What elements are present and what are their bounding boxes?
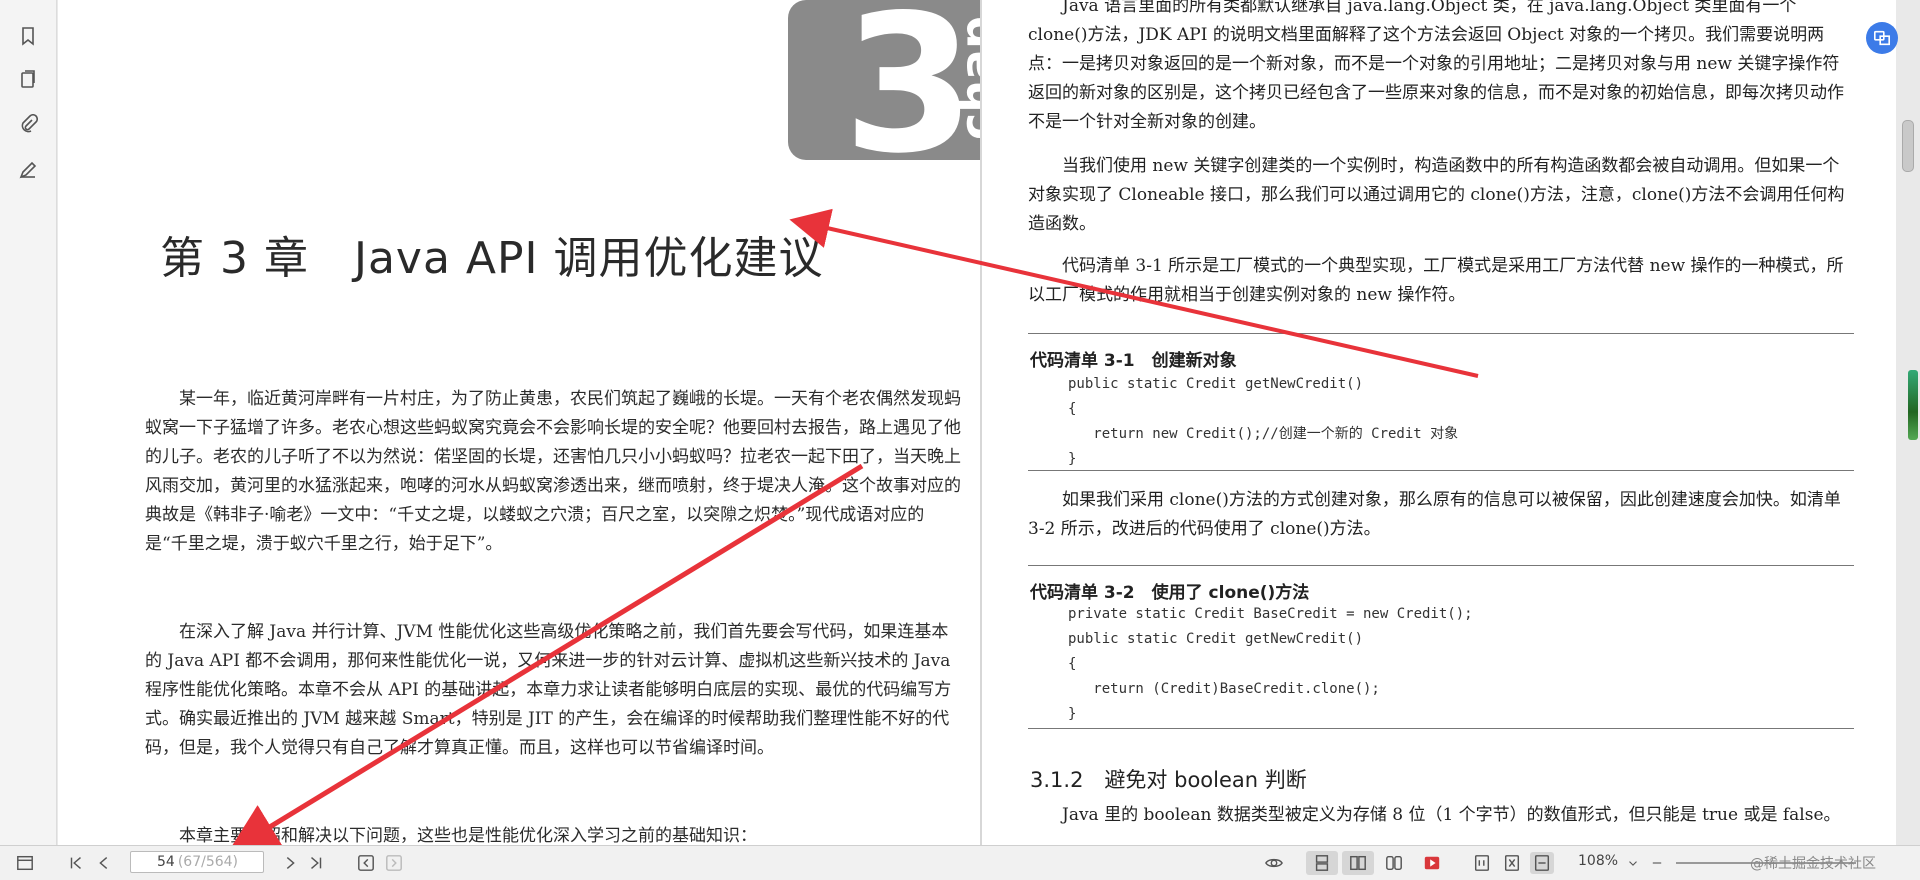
translate-button[interactable]: [1866, 22, 1898, 54]
listing2-bottom-rule: [1028, 728, 1854, 729]
fit-page-icon[interactable]: [1500, 852, 1524, 874]
left-tool-rail: [0, 0, 57, 845]
last-page-icon[interactable]: [306, 852, 326, 874]
code-line: return (Credit)BaseCredit.clone();: [1068, 681, 1380, 697]
code-line: }: [1068, 451, 1077, 467]
bookmark-icon[interactable]: [16, 24, 40, 48]
prev-page-icon[interactable]: [94, 852, 114, 874]
sidebar-toggle-icon[interactable]: [14, 852, 36, 874]
code-line: {: [1068, 656, 1077, 672]
listing1-bottom-rule: [1028, 470, 1854, 471]
right-paragraph-3: 代码清单 3-1 所示是工厂模式的一个典型实现，工厂模式是采用工厂方法代替 ne…: [1028, 256, 1844, 305]
left-paragraph-2: 在深入了解 Java 并行计算、JVM 性能优化这些高级优化策略之前，我们首先要…: [145, 622, 952, 758]
section-heading: 3.1.2 避免对 boolean 判断: [1030, 768, 1307, 792]
listing2-top-rule: [1028, 565, 1854, 566]
page-number-input[interactable]: 54 (67/564): [130, 851, 264, 873]
play-icon[interactable]: [1420, 852, 1444, 874]
code-line: public static Credit getNewCredit(): [1068, 376, 1364, 392]
code-line: {: [1068, 401, 1077, 417]
single-page-view-icon[interactable]: [1306, 851, 1338, 875]
code-line: }: [1068, 706, 1077, 722]
actual-size-icon[interactable]: [1470, 852, 1494, 874]
left-paragraph-1: 某一年，临近黄河岸畔有一片村庄，为了防止黄患，农民们筑起了巍峨的长堤。一天有个老…: [145, 389, 961, 554]
chapter-badge: 3 chap: [788, 0, 980, 160]
forward-icon[interactable]: [384, 852, 404, 874]
translate-icon: [1873, 30, 1891, 46]
watermark: @稀土掘金技术社区: [1750, 856, 1876, 872]
right-paragraph-2: 当我们使用 new 关键字创建类的一个实例时，构造函数中的所有构造函数都会被自动…: [1028, 156, 1845, 234]
book-view-icon[interactable]: [1378, 851, 1410, 875]
zoom-out-icon[interactable]: [1650, 852, 1664, 874]
listing2-title: 代码清单 3-2 使用了 clone()方法: [1030, 583, 1310, 603]
listing1-title: 代码清单 3-1 创建新对象: [1030, 351, 1237, 371]
listing1-top-rule: [1028, 333, 1854, 334]
right-paragraph-5: Java 里的 boolean 数据类型被定义为存储 8 位（1 个字节）的数值…: [1062, 805, 1841, 825]
next-page-icon[interactable]: [280, 852, 300, 874]
first-page-icon[interactable]: [66, 852, 86, 874]
pages-icon[interactable]: [16, 68, 40, 92]
view-mode-group: [1306, 851, 1414, 875]
right-paragraph-4: 如果我们采用 clone()方法的方式创建对象，那么原有的信息可以被保留，因此创…: [1028, 490, 1841, 539]
code-line: public static Credit getNewCredit(): [1068, 631, 1364, 647]
status-bar: 54 (67/564) 108% @稀土掘金技术社区: [0, 845, 1920, 880]
current-page: 54: [157, 854, 175, 870]
right-paragraph-1: Java 语言里面的所有类都默认继承自 java.lang.Object 类，在…: [1028, 0, 1844, 132]
scroll-position-marker[interactable]: [1908, 370, 1918, 440]
badge-word: chap: [950, 16, 980, 140]
listing2-code: private static Credit BaseCredit = new C…: [1068, 602, 1473, 727]
listing1-code: public static Credit getNewCredit() { ret…: [1068, 372, 1458, 472]
fit-width-icon[interactable]: [1530, 852, 1554, 874]
double-page-view-icon[interactable]: [1342, 851, 1374, 875]
attachment-icon[interactable]: [16, 112, 40, 136]
eye-comfort-icon[interactable]: [1262, 852, 1286, 874]
vertical-scroll-thumb[interactable]: [1902, 120, 1914, 172]
back-icon[interactable]: [356, 852, 376, 874]
chevron-down-icon[interactable]: [1626, 852, 1640, 874]
page-of: (67/564): [177, 854, 239, 870]
code-line: return new Credit();//创建一个新的 Credit 对象: [1068, 426, 1459, 442]
chapter-title: 第 3 章 Java API 调用优化建议: [160, 233, 824, 284]
sign-icon[interactable]: [16, 158, 40, 182]
code-line: private static Credit BaseCredit = new C…: [1068, 606, 1473, 622]
zoom-level[interactable]: 108%: [1578, 853, 1618, 869]
